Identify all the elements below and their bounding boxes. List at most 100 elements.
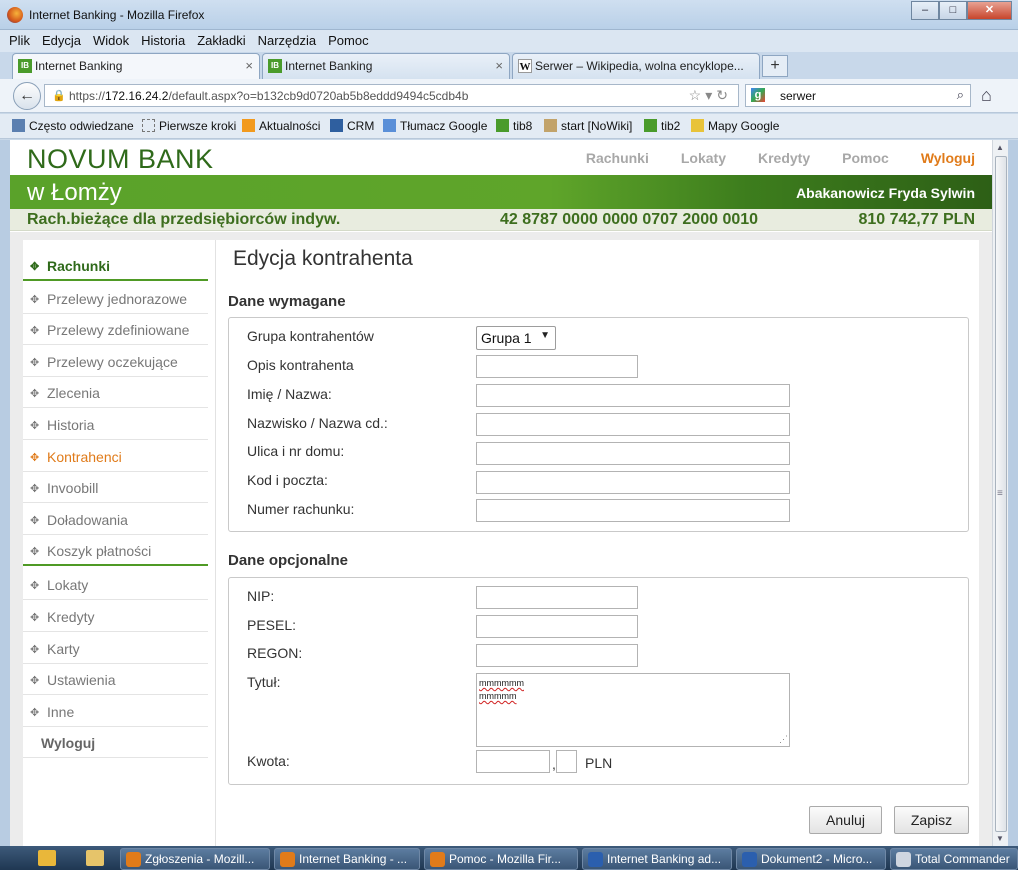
window-titlebar[interactable]: Internet Banking - Mozilla Firefox – □ ✕ <box>0 0 1018 30</box>
sidebar-item-karty[interactable]: ✥ Karty <box>23 633 208 664</box>
menu-widok[interactable]: Widok <box>90 33 132 48</box>
bookmark-mapy-google[interactable]: Mapy Google <box>691 119 779 133</box>
bullet-icon: ✥ <box>30 515 40 527</box>
outlook-icon[interactable] <box>38 850 56 866</box>
user-name: Abakanowicz Fryda Sylwin <box>796 185 975 201</box>
bookmark-label: Mapy Google <box>708 119 780 133</box>
back-button[interactable]: ← <box>13 82 41 110</box>
sidebar-item-koszyk-platnosci[interactable]: ✥ Koszyk płatności <box>23 535 208 566</box>
address-bar[interactable]: 🔒 https://172.16.24.2/default.aspx?o=b13… <box>44 84 739 107</box>
sidebar-item-label: Ustawienia <box>47 672 116 688</box>
tab-internet-banking-1[interactable]: IB Internet Banking × <box>12 53 260 79</box>
sidebar-item-ustawienia[interactable]: ✥ Ustawienia <box>23 664 208 695</box>
sidebar-item-inne[interactable]: ✥ Inne <box>23 696 208 727</box>
sidebar-item-rachunki[interactable]: ✥ Rachunki <box>23 250 208 281</box>
account-number-input[interactable] <box>476 499 790 522</box>
bookmark-czesto-odwiedzane[interactable]: Często odwiedzane <box>12 119 134 133</box>
bookmark-aktualnosci[interactable]: Aktualności <box>242 119 320 133</box>
star-icon[interactable]: ☆ <box>689 87 706 103</box>
google-icon[interactable]: g <box>751 88 765 102</box>
translate-icon <box>383 119 396 132</box>
sidebar-item-przelewy-zdefiniowane[interactable]: ✥ Przelewy zdefiniowane <box>23 314 208 345</box>
sidebar-item-przelewy-jednorazowe[interactable]: ✥ Przelewy jednorazowe <box>23 283 208 314</box>
sidebar-item-zlecenia[interactable]: ✥ Zlecenia <box>23 377 208 408</box>
taskbar-item-internet-banking[interactable]: Internet Banking - ... <box>274 848 420 870</box>
sidebar-item-kontrahenci[interactable]: ✥ Kontrahenci <box>23 441 208 472</box>
surname-input[interactable] <box>476 413 790 436</box>
menu-historia[interactable]: Historia <box>138 33 188 48</box>
taskbar-item-total-commander[interactable]: Total Commander <box>890 848 1018 870</box>
nip-label: NIP: <box>247 588 275 604</box>
new-tab-button[interactable]: + <box>762 55 788 77</box>
nip-input[interactable] <box>476 586 638 609</box>
street-input[interactable] <box>476 442 790 465</box>
topnav-lokaty[interactable]: Lokaty <box>681 150 726 166</box>
menu-zakladki[interactable]: Zakładki <box>194 33 248 48</box>
sidebar-item-lokaty[interactable]: ✥ Lokaty <box>23 569 208 600</box>
menu-narzedzia[interactable]: Narzędzia <box>255 33 320 48</box>
description-input[interactable] <box>476 355 638 378</box>
sidebar-item-przelewy-oczekujace[interactable]: ✥ Przelewy oczekujące <box>23 346 208 377</box>
postcode-input[interactable] <box>476 471 790 494</box>
resize-handle-icon[interactable]: ⋰ <box>779 733 788 746</box>
reload-icon[interactable]: ↻ <box>716 87 732 103</box>
save-button[interactable]: Zapisz <box>894 806 969 834</box>
minimize-button[interactable]: – <box>911 1 939 20</box>
topnav-wyloguj[interactable]: Wyloguj <box>921 150 975 166</box>
close-button[interactable]: ✕ <box>967 1 1012 20</box>
search-icon[interactable]: ⌕ <box>957 87 964 103</box>
bookmark-pierwsze-kroki[interactable]: Pierwsze kroki <box>142 119 236 133</box>
sidebar-item-kredyty[interactable]: ✥ Kredyty <box>23 601 208 632</box>
sidebar-item-historia[interactable]: ✥ Historia <box>23 409 208 440</box>
sidebar-item-invoobill[interactable]: ✥ Invoobill <box>23 472 208 503</box>
home-icon[interactable]: ⌂ <box>981 85 992 106</box>
title-textarea[interactable]: mmmmmm mmmmm ⋰ <box>476 673 790 747</box>
topnav-pomoc[interactable]: Pomoc <box>842 150 889 166</box>
bookmark-start-nowiki[interactable]: start [NoWiki] <box>544 119 632 133</box>
amount-whole-input[interactable] <box>476 750 550 773</box>
name-label: Imię / Nazwa: <box>247 386 332 402</box>
taskbar-item-pomoc[interactable]: Pomoc - Mozilla Fir... <box>424 848 578 870</box>
regon-label: REGON: <box>247 645 303 661</box>
sidebar-item-label: Kredyty <box>47 609 95 625</box>
optional-fieldset: NIP: PESEL: REGON: Tytuł: mmmmmm mmmmm ⋰… <box>228 577 969 785</box>
tab-internet-banking-2[interactable]: IB Internet Banking × <box>262 53 510 79</box>
search-input[interactable]: g serwer ⌕ <box>745 84 971 107</box>
bookmark-crm[interactable]: CRM <box>330 119 374 133</box>
tab-close-icon[interactable]: × <box>495 58 503 73</box>
taskbar-label: Total Commander <box>915 852 1010 866</box>
topnav-kredyty[interactable]: Kredyty <box>758 150 810 166</box>
maximize-button[interactable]: □ <box>939 1 967 20</box>
menu-plik[interactable]: Plik <box>6 33 33 48</box>
cancel-button[interactable]: Anuluj <box>809 806 882 834</box>
tab-close-icon[interactable]: × <box>245 58 253 73</box>
scroll-up-icon[interactable]: ▲ <box>996 143 1004 152</box>
sidebar-item-wyloguj[interactable]: Wyloguj <box>23 727 208 758</box>
bookmark-label: Pierwsze kroki <box>159 119 237 133</box>
dropdown-icon[interactable]: ▾ <box>705 87 716 103</box>
topnav-rachunki[interactable]: Rachunki <box>586 150 649 166</box>
taskbar-item-zgloszenia[interactable]: Zgłoszenia - Mozill... <box>120 848 270 870</box>
bookmark-tib8[interactable]: tib8 <box>496 119 532 133</box>
vertical-scrollbar[interactable]: ▲ ≡ ▼ <box>992 140 1008 846</box>
scroll-down-icon[interactable]: ▼ <box>996 834 1004 843</box>
bookmark-tib2[interactable]: tib2 <box>644 119 680 133</box>
sidebar-item-label: Przelewy jednorazowe <box>47 291 188 307</box>
menu-edycja[interactable]: Edycja <box>39 33 84 48</box>
windows-taskbar: Zgłoszenia - Mozill... Internet Banking … <box>0 846 1018 870</box>
pesel-input[interactable] <box>476 615 638 638</box>
folder-icon[interactable] <box>86 850 104 866</box>
taskbar-item-internet-banking-doc[interactable]: Internet Banking ad... <box>582 848 732 870</box>
amount-fraction-input[interactable] <box>556 750 577 773</box>
street-label: Ulica i nr domu: <box>247 443 345 459</box>
taskbar-item-dokument2[interactable]: Dokument2 - Micro... <box>736 848 886 870</box>
firefox-icon <box>430 852 445 867</box>
bookmark-tlumacz-google[interactable]: Tłumacz Google <box>383 119 487 133</box>
menu-pomoc[interactable]: Pomoc <box>325 33 371 48</box>
group-select[interactable]: Grupa 1 ▼ <box>476 326 556 350</box>
sidebar-item-doladowania[interactable]: ✥ Doładowania <box>23 504 208 535</box>
tab-label: Internet Banking <box>35 59 123 73</box>
name-input[interactable] <box>476 384 790 407</box>
regon-input[interactable] <box>476 644 638 667</box>
tab-wikipedia[interactable]: W Serwer – Wikipedia, wolna encyklope... <box>512 53 760 79</box>
